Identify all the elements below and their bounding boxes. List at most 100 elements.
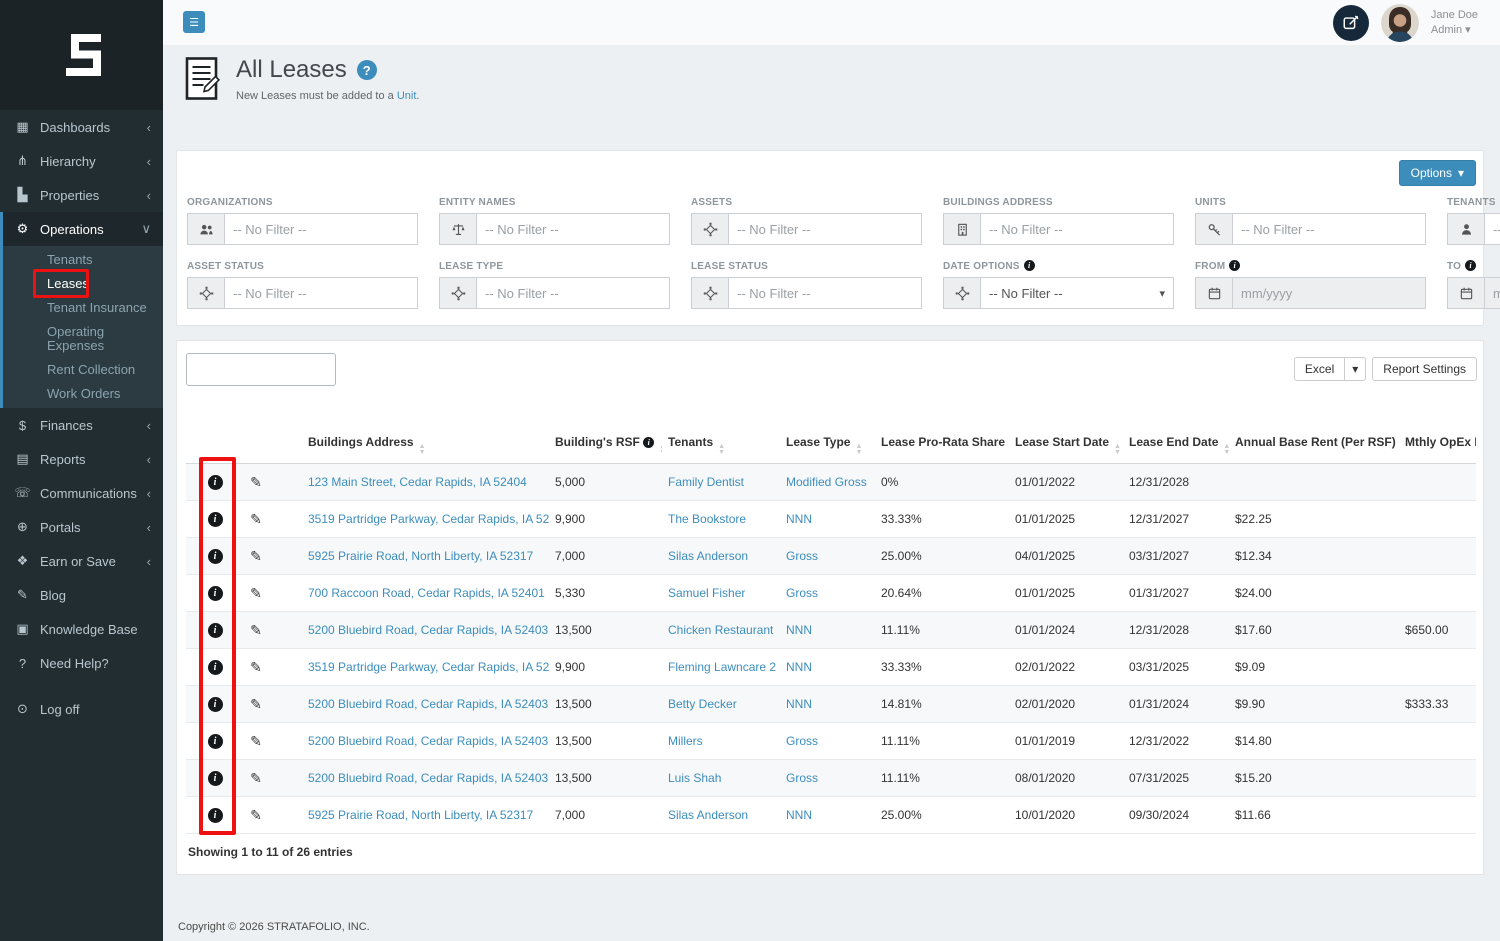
info-icon[interactable]: i xyxy=(208,549,223,564)
sidebar-item-blog[interactable]: ✎Blog xyxy=(0,578,163,612)
sidebar-item-properties[interactable]: ▙Properties‹ xyxy=(0,178,163,212)
lease-type-link[interactable]: Gross xyxy=(786,734,818,748)
sidebar-item-log-off[interactable]: ⊙Log off xyxy=(0,692,163,726)
chat-button[interactable] xyxy=(1333,5,1369,41)
sidebar-subitem-operating-expenses[interactable]: Operating Expenses xyxy=(3,320,163,358)
info-icon[interactable]: i xyxy=(208,623,223,638)
unit-link[interactable]: Unit xyxy=(397,90,417,102)
filter-input-to[interactable] xyxy=(1484,277,1500,309)
column-header-buildings-address[interactable]: Buildings Address▲▼ xyxy=(268,429,549,464)
sidebar-item-communications[interactable]: ☏Communications‹ xyxy=(0,476,163,510)
help-icon[interactable]: ? xyxy=(357,60,377,80)
info-icon[interactable]: i xyxy=(208,660,223,675)
info-icon[interactable]: i xyxy=(208,475,223,490)
lease-type-link[interactable]: Modified Gross xyxy=(786,475,867,489)
filter-input-lease-type[interactable] xyxy=(476,277,670,309)
column-header-tenants[interactable]: Tenants▲▼ xyxy=(662,429,780,464)
building-address-link[interactable]: 5200 Bluebird Road, Cedar Rapids, IA 524… xyxy=(308,623,548,637)
building-address-link[interactable]: 123 Main Street, Cedar Rapids, IA 52404 xyxy=(308,475,527,489)
filter-input-assets[interactable] xyxy=(728,213,922,245)
filter-input-lease-status[interactable] xyxy=(728,277,922,309)
column-header-lease-pro-rata-share[interactable]: Lease Pro-Rata Share▲▼ xyxy=(875,429,1009,464)
tenant-link[interactable]: Silas Anderson xyxy=(668,549,748,563)
tenant-link[interactable]: Silas Anderson xyxy=(668,808,748,822)
filter-select-date-options[interactable]: -- No Filter --▾ xyxy=(980,277,1174,309)
building-address-link[interactable]: 5925 Prairie Road, North Liberty, IA 523… xyxy=(308,808,533,822)
avatar[interactable] xyxy=(1381,4,1419,42)
sidebar-item-dashboards[interactable]: ▦Dashboards‹ xyxy=(0,110,163,144)
filter-input-buildings-address[interactable] xyxy=(980,213,1174,245)
tenant-link[interactable]: The Bookstore xyxy=(668,512,746,526)
filter-input-units[interactable] xyxy=(1232,213,1426,245)
edit-icon[interactable]: ✎ xyxy=(250,807,262,823)
lease-type-link[interactable]: Gross xyxy=(786,771,818,785)
edit-icon[interactable]: ✎ xyxy=(250,511,262,527)
sidebar-subitem-tenant-insurance[interactable]: Tenant Insurance xyxy=(3,296,163,320)
tenant-link[interactable]: Betty Decker xyxy=(668,697,737,711)
sidebar-item-operations[interactable]: ⚙Operations∨ xyxy=(0,212,163,246)
info-icon[interactable]: i xyxy=(208,697,223,712)
filter-input-organizations[interactable] xyxy=(224,213,418,245)
report-settings-button[interactable]: Report Settings xyxy=(1372,357,1477,381)
user-role-menu[interactable]: Admin ▾ xyxy=(1431,23,1478,37)
tenant-link[interactable]: Chicken Restaurant xyxy=(668,623,773,637)
info-icon[interactable]: i xyxy=(208,734,223,749)
filter-input-from[interactable] xyxy=(1232,277,1426,309)
info-icon[interactable]: i xyxy=(208,808,223,823)
column-header-lease-end-date[interactable]: Lease End Date▲▼ xyxy=(1123,429,1229,464)
column-header-annual-base-rent-per-rsf[interactable]: Annual Base Rent (Per RSF)▲▼ xyxy=(1229,429,1399,464)
edit-icon[interactable]: ✎ xyxy=(250,622,262,638)
edit-icon[interactable]: ✎ xyxy=(250,474,262,490)
column-header-mthly-opex-inc[interactable]: Mthly OpEx Inc▲▼ xyxy=(1399,429,1476,464)
building-address-link[interactable]: 3519 Partridge Parkway, Cedar Rapids, IA… xyxy=(308,512,549,526)
options-button[interactable]: Options▾ xyxy=(1399,160,1476,186)
sidebar-item-reports[interactable]: ▤Reports‹ xyxy=(0,442,163,476)
column-header-building-s-rsf[interactable]: Building's RSF i▲▼ xyxy=(549,429,662,464)
info-icon[interactable]: i xyxy=(208,586,223,601)
tenant-link[interactable]: Fleming Lawncare 2 xyxy=(668,660,776,674)
column-header-lease-type[interactable]: Lease Type▲▼ xyxy=(780,429,875,464)
sidebar-subitem-work-orders[interactable]: Work Orders xyxy=(3,382,163,406)
sidebar-subitem-tenants[interactable]: Tenants xyxy=(3,248,163,272)
sidebar-item-earn-or-save[interactable]: ❖Earn or Save‹ xyxy=(0,544,163,578)
column-header-lease-start-date[interactable]: Lease Start Date▲▼ xyxy=(1009,429,1123,464)
building-address-link[interactable]: 5200 Bluebird Road, Cedar Rapids, IA 524… xyxy=(308,697,548,711)
sidebar-item-knowledge-base[interactable]: ▣Knowledge Base xyxy=(0,612,163,646)
lease-type-link[interactable]: NNN xyxy=(786,660,812,674)
sidebar-item-portals[interactable]: ⊕Portals‹ xyxy=(0,510,163,544)
edit-icon[interactable]: ✎ xyxy=(250,696,262,712)
sidebar-item-finances[interactable]: $Finances‹ xyxy=(0,408,163,442)
tenant-link[interactable]: Family Dentist xyxy=(668,475,744,489)
edit-icon[interactable]: ✎ xyxy=(250,548,262,564)
tenant-link[interactable]: Millers xyxy=(668,734,703,748)
lease-type-link[interactable]: NNN xyxy=(786,808,812,822)
building-address-link[interactable]: 3519 Partridge Parkway, Cedar Rapids, IA… xyxy=(308,660,549,674)
excel-dropdown-button[interactable]: ▾ xyxy=(1345,357,1366,381)
sidebar-item-hierarchy[interactable]: ⋔Hierarchy‹ xyxy=(0,144,163,178)
info-icon[interactable]: i xyxy=(643,437,654,448)
lease-type-link[interactable]: NNN xyxy=(786,697,812,711)
lease-type-link[interactable]: NNN xyxy=(786,512,812,526)
info-icon[interactable]: i xyxy=(208,512,223,527)
building-address-link[interactable]: 5200 Bluebird Road, Cedar Rapids, IA 524… xyxy=(308,771,548,785)
edit-icon[interactable]: ✎ xyxy=(250,733,262,749)
sidebar-item-need-help[interactable]: ?Need Help? xyxy=(0,646,163,680)
lease-type-link[interactable]: Gross xyxy=(786,586,818,600)
edit-icon[interactable]: ✎ xyxy=(250,585,262,601)
table-search-input[interactable] xyxy=(186,353,336,386)
building-address-link[interactable]: 700 Raccoon Road, Cedar Rapids, IA 52401 xyxy=(308,586,545,600)
filter-input-asset-status[interactable] xyxy=(224,277,418,309)
hamburger-menu-icon[interactable]: ☰ xyxy=(183,11,205,33)
building-address-link[interactable]: 5925 Prairie Road, North Liberty, IA 523… xyxy=(308,549,533,563)
lease-type-link[interactable]: Gross xyxy=(786,549,818,563)
sidebar-subitem-rent-collection[interactable]: Rent Collection xyxy=(3,358,163,382)
filter-input-tenants[interactable] xyxy=(1484,213,1500,245)
building-address-link[interactable]: 5200 Bluebird Road, Cedar Rapids, IA 524… xyxy=(308,734,548,748)
tenant-link[interactable]: Luis Shah xyxy=(668,771,721,785)
sidebar-subitem-leases[interactable]: Leases xyxy=(3,272,163,296)
tenant-link[interactable]: Samuel Fisher xyxy=(668,586,745,600)
edit-icon[interactable]: ✎ xyxy=(250,659,262,675)
edit-icon[interactable]: ✎ xyxy=(250,770,262,786)
lease-type-link[interactable]: NNN xyxy=(786,623,812,637)
filter-input-entity-names[interactable] xyxy=(476,213,670,245)
